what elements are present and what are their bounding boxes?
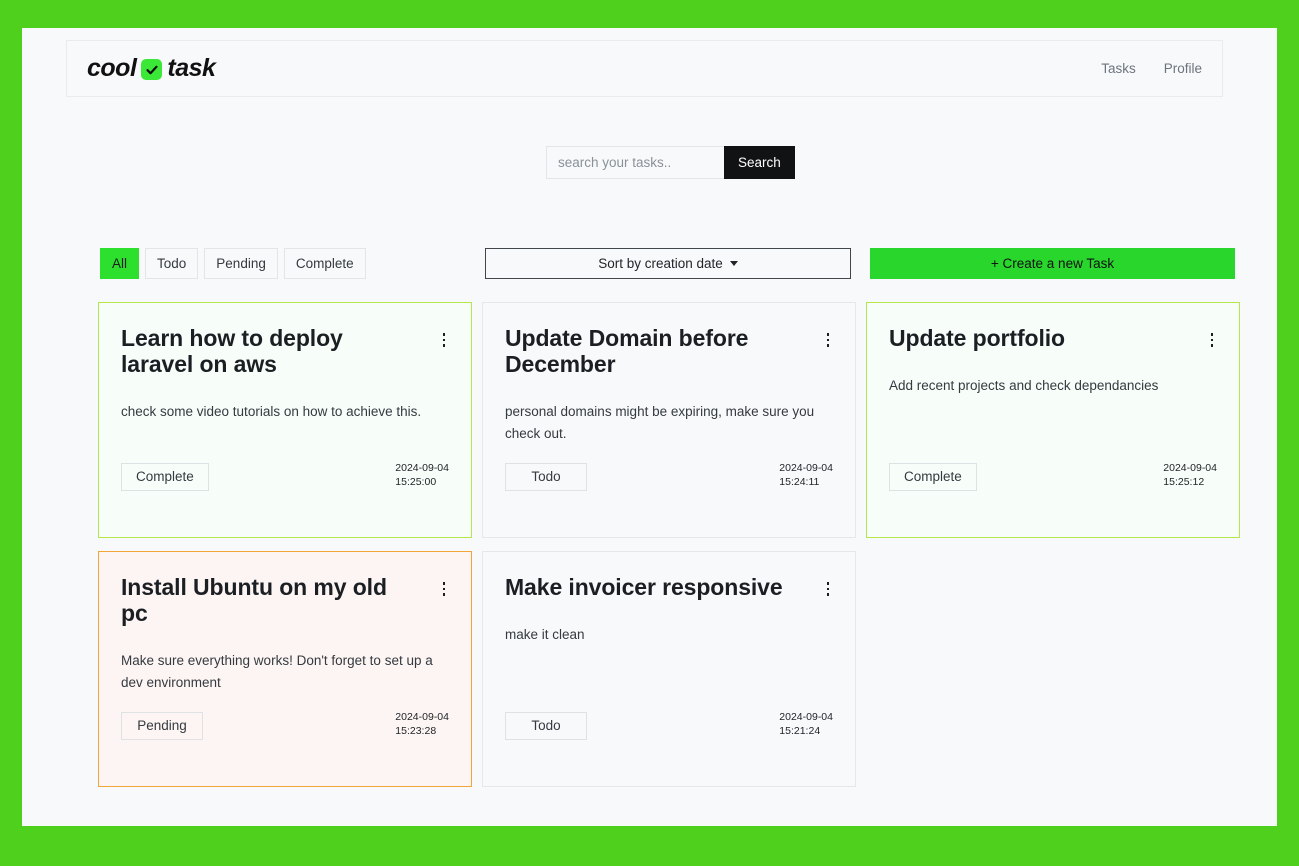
- task-card[interactable]: Make invoicer responsive make it clean Tod…: [482, 551, 856, 787]
- task-status-badge[interactable]: Todo: [505, 712, 587, 740]
- filter-all[interactable]: All: [100, 248, 140, 279]
- task-card[interactable]: Update Domain before December personal do…: [482, 302, 856, 538]
- task-card-footer: Pending 2024-09-04 15:23:28: [121, 710, 449, 740]
- task-card[interactable]: Install Ubuntu on my old pc Make sure eve…: [98, 551, 472, 787]
- brand-text-cool: cool: [87, 54, 137, 82]
- nav-link-tasks[interactable]: Tasks: [1101, 61, 1136, 76]
- task-menu-icon[interactable]: [823, 574, 834, 596]
- task-card-header: Update Domain before December: [505, 325, 833, 377]
- filter-complete[interactable]: Complete: [283, 248, 366, 279]
- task-timestamp: 2024-09-04 15:23:28: [395, 710, 449, 740]
- task-time: 15:23:28: [395, 724, 437, 737]
- task-timestamp: 2024-09-04 15:25:12: [1163, 461, 1217, 491]
- task-status-badge[interactable]: Complete: [121, 463, 209, 491]
- create-task-button[interactable]: + Create a new Task: [870, 248, 1235, 279]
- task-card-header: Make invoicer responsive: [505, 574, 833, 600]
- task-status-badge[interactable]: Complete: [889, 463, 977, 491]
- brand-logo[interactable]: cool task: [87, 54, 216, 83]
- task-card[interactable]: Update portfolio Add recent projects and …: [866, 302, 1240, 538]
- task-date: 2024-09-04: [1163, 461, 1217, 474]
- task-description: personal domains might be expiring, make…: [505, 404, 815, 442]
- task-menu-icon[interactable]: [439, 325, 450, 347]
- task-title: Install Ubuntu on my old pc: [121, 574, 387, 627]
- task-card-header: Update portfolio: [889, 325, 1217, 351]
- task-title: Learn how to deploy laravel on aws: [121, 325, 343, 378]
- task-date: 2024-09-04: [779, 461, 833, 474]
- sort-dropdown[interactable]: Sort by creation date: [485, 248, 851, 279]
- controls-row: All Todo Pending Complete Sort by creati…: [100, 248, 1235, 279]
- task-menu-icon[interactable]: [439, 574, 450, 596]
- task-description: check some video tutorials on how to ach…: [121, 404, 422, 420]
- task-status-badge[interactable]: Pending: [121, 712, 203, 740]
- sort-dropdown-label: Sort by creation date: [598, 256, 723, 271]
- task-date: 2024-09-04: [395, 461, 449, 474]
- task-date: 2024-09-04: [779, 710, 833, 723]
- task-timestamp: 2024-09-04 15:25:00: [395, 461, 449, 491]
- task-card[interactable]: Learn how to deploy laravel on aws check …: [98, 302, 472, 538]
- task-menu-icon[interactable]: [1207, 325, 1218, 347]
- task-title: Make invoicer responsive: [505, 574, 783, 600]
- task-card-footer: Complete 2024-09-04 15:25:00: [121, 461, 449, 491]
- filter-pending[interactable]: Pending: [204, 248, 278, 279]
- nav-links: Tasks Profile: [1101, 61, 1202, 76]
- task-menu-icon[interactable]: [823, 325, 834, 347]
- brand-text-task: task: [167, 54, 216, 82]
- page-container: cool task Tasks Profile Search All Todo …: [22, 28, 1277, 826]
- search-input[interactable]: [546, 146, 724, 179]
- task-time: 15:24:11: [779, 475, 820, 488]
- check-icon: [141, 59, 163, 80]
- filter-todo[interactable]: Todo: [145, 248, 199, 279]
- task-time: 15:25:00: [395, 475, 437, 488]
- task-timestamp: 2024-09-04 15:21:24: [779, 710, 833, 740]
- nav-link-profile[interactable]: Profile: [1164, 61, 1202, 76]
- task-card-footer: Todo 2024-09-04 15:24:11: [505, 461, 833, 491]
- task-date: 2024-09-04: [395, 710, 449, 723]
- task-description: Make sure everything works! Don't forget…: [121, 653, 433, 691]
- task-card-footer: Complete 2024-09-04 15:25:12: [889, 461, 1217, 491]
- chevron-down-icon: [729, 261, 738, 266]
- task-time: 15:25:12: [1163, 475, 1205, 488]
- search-bar: Search: [546, 146, 795, 179]
- search-button[interactable]: Search: [724, 146, 795, 179]
- task-description: Add recent projects and check dependanci…: [889, 378, 1159, 394]
- task-card-footer: Todo 2024-09-04 15:21:24: [505, 710, 833, 740]
- task-title: Update Domain before December: [505, 325, 749, 378]
- task-timestamp: 2024-09-04 15:24:11: [779, 461, 833, 491]
- navbar: cool task Tasks Profile: [66, 40, 1223, 97]
- task-status-badge[interactable]: Todo: [505, 463, 587, 491]
- task-grid: Learn how to deploy laravel on aws check …: [98, 302, 1241, 787]
- task-title: Update portfolio: [889, 325, 1065, 351]
- task-time: 15:21:24: [779, 724, 821, 737]
- task-card-header: Learn how to deploy laravel on aws: [121, 325, 449, 377]
- filter-group: All Todo Pending Complete: [100, 248, 366, 279]
- task-card-header: Install Ubuntu on my old pc: [121, 574, 449, 626]
- task-description: make it clean: [505, 627, 585, 643]
